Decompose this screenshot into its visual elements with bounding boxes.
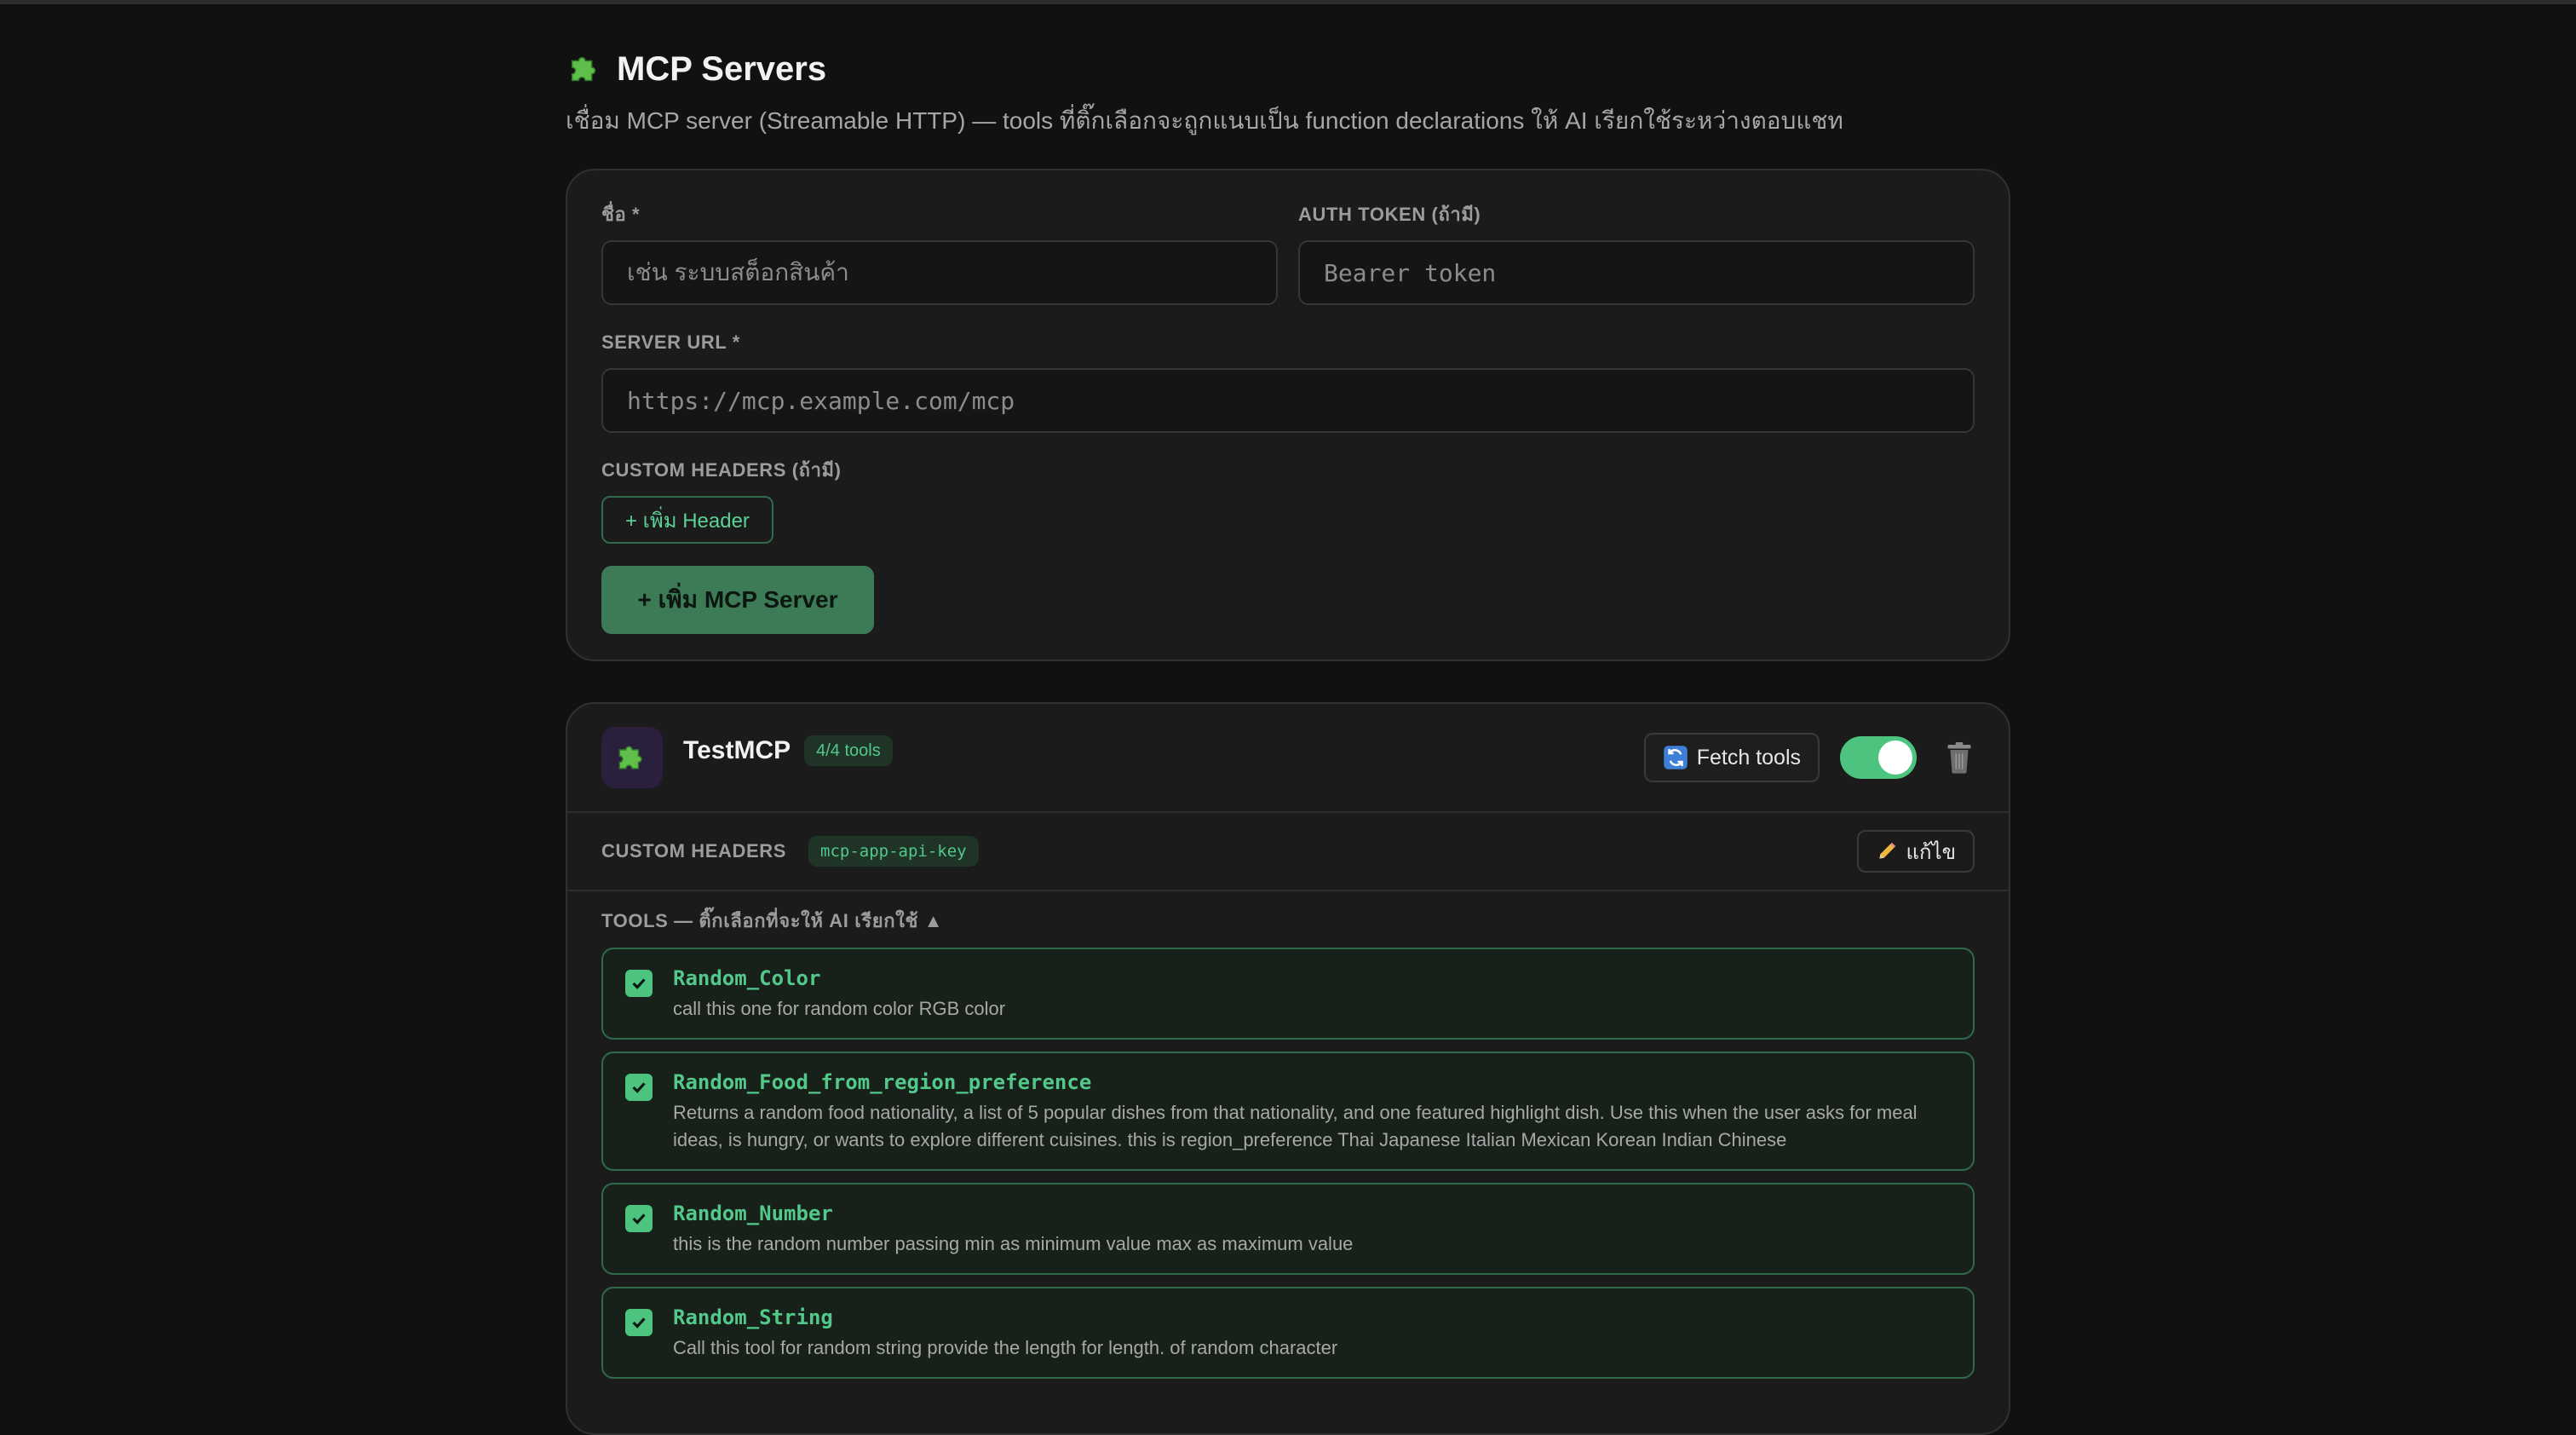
- tool-item-random-string[interactable]: Random_String Call this tool for random …: [601, 1287, 1975, 1379]
- header-chip: mcp-app-api-key: [808, 836, 979, 867]
- check-icon: [632, 978, 646, 989]
- tools-section: TOOLS — ติ๊กเลือกที่จะให้ AI เรียกใช้ ▲ …: [567, 891, 2009, 1379]
- mcp-servers-page: MCP Servers เชื่อม MCP server (Streamabl…: [566, 44, 2010, 1435]
- server-url-input[interactable]: https://mcp.example.com/mcp: [601, 368, 1975, 433]
- add-mcp-server-button[interactable]: + เพิ่ม MCP Server: [601, 566, 874, 634]
- name-input[interactable]: เช่น ระบบสต็อกสินค้า: [601, 240, 1278, 305]
- tool-checkbox[interactable]: [625, 970, 653, 997]
- page-header: MCP Servers: [566, 44, 2010, 94]
- server-header: TestMCP 4/4 tools Fetch tools: [567, 704, 2009, 813]
- tool-name: Random_Number: [673, 1202, 833, 1225]
- custom-headers-row: CUSTOM HEADERS mcp-app-api-key แก้ไข: [567, 813, 2009, 891]
- server-name: TestMCP: [683, 736, 791, 764]
- page-title: MCP Servers: [617, 49, 827, 88]
- check-icon: [632, 1213, 646, 1225]
- toggle-knob: [1878, 741, 1912, 775]
- edit-label: แก้ไข: [1906, 840, 1956, 864]
- tool-name: Random_Food_from_region_preference: [673, 1070, 1092, 1094]
- check-icon: [632, 1082, 646, 1093]
- puzzle-icon: [618, 746, 642, 769]
- server-enabled-toggle[interactable]: [1840, 736, 1917, 779]
- custom-headers-label: CUSTOM HEADERS (ถ้ามี): [601, 459, 842, 481]
- server-card: TestMCP 4/4 tools Fetch tools CUSTOM HEA…: [566, 702, 2010, 1435]
- server-logo: [601, 727, 663, 788]
- tool-description: this is the random number passing min as…: [673, 1233, 1354, 1254]
- fetch-tools-button[interactable]: Fetch tools: [1643, 733, 1820, 782]
- tool-name: Random_Color: [673, 966, 821, 990]
- add-header-button[interactable]: + เพิ่ม Header: [601, 496, 773, 544]
- refresh-icon: [1663, 746, 1688, 769]
- tool-checkbox[interactable]: [625, 1074, 653, 1101]
- tool-description: Returns a random food nationality, a lis…: [673, 1102, 1918, 1150]
- page-subtitle: เชื่อม MCP server (Streamable HTTP) — to…: [566, 107, 1843, 134]
- tool-checkbox[interactable]: [625, 1205, 653, 1232]
- auth-token-input[interactable]: Bearer token: [1298, 240, 1975, 305]
- trash-icon[interactable]: [1944, 741, 1975, 775]
- tool-item-random-color[interactable]: Random_Color call this one for random co…: [601, 948, 1975, 1040]
- tool-item-random-number[interactable]: Random_Number this is the random number …: [601, 1183, 1975, 1275]
- pencil-icon: [1878, 842, 1895, 859]
- tool-checkbox[interactable]: [625, 1309, 653, 1336]
- tools-label[interactable]: TOOLS — ติ๊กเลือกที่จะให้ AI เรียกใช้ ▲: [601, 907, 1975, 936]
- custom-headers-title: CUSTOM HEADERS: [601, 840, 787, 862]
- top-divider: [0, 0, 2576, 4]
- auth-token-label: AUTH TOKEN (ถ้ามี): [1298, 204, 1481, 225]
- edit-headers-button[interactable]: แก้ไข: [1856, 830, 1975, 873]
- tool-name: Random_String: [673, 1305, 833, 1329]
- add-server-form: ชื่อ * เช่น ระบบสต็อกสินค้า AUTH TOKEN (…: [566, 169, 2010, 661]
- tool-description: Call this tool for random string provide…: [673, 1337, 1338, 1358]
- tool-description: call this one for random color RGB color: [673, 998, 1006, 1019]
- name-label: ชื่อ *: [601, 204, 641, 225]
- tools-count-badge: 4/4 tools: [804, 735, 893, 766]
- fetch-tools-label: Fetch tools: [1696, 745, 1801, 769]
- puzzle-icon: [571, 56, 596, 82]
- check-icon: [632, 1317, 646, 1328]
- server-url-label: SERVER URL *: [601, 331, 740, 353]
- tool-item-random-food[interactable]: Random_Food_from_region_preference Retur…: [601, 1052, 1975, 1171]
